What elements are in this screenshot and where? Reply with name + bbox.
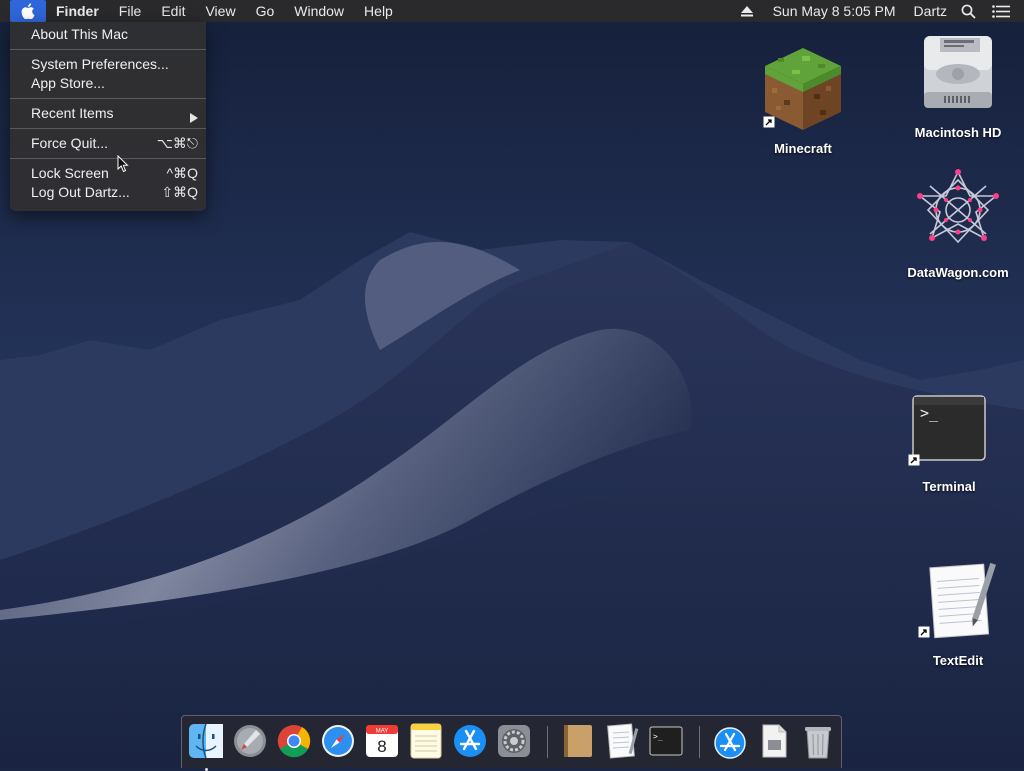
desktop-icon-textedit[interactable]: TextEdit (910, 558, 1006, 668)
calendar-icon: MAY 8 (366, 725, 398, 757)
desktop-icon-label: DataWagon.com (907, 265, 1009, 280)
desktop-icon-datawagon[interactable]: DataWagon.com (903, 166, 1013, 280)
dock-trash[interactable] (800, 722, 836, 760)
dock-contacts[interactable] (560, 722, 596, 760)
system-preferences-icon (498, 725, 530, 757)
menu-item-shortcut: ⇧⌘Q (161, 184, 198, 200)
svg-text:>_: >_ (653, 732, 663, 741)
menu-item-label: Force Quit... (31, 135, 109, 151)
menu-item-label: About This Mac (31, 26, 129, 42)
menu-help[interactable]: Help (354, 0, 403, 22)
datawagon-icon (917, 169, 999, 244)
trash-icon (805, 727, 831, 759)
desktop-icon-label: Macintosh HD (914, 125, 1002, 140)
menu-separator (10, 128, 206, 129)
menu-item-recent-items[interactable]: Recent Items (10, 104, 206, 123)
menu-go[interactable]: Go (246, 0, 285, 22)
desktop-icon-label: Minecraft (774, 141, 832, 156)
user-menu[interactable]: Dartz (906, 0, 955, 22)
menu-item-label: Recent Items (31, 105, 114, 121)
menu-item-system-preferences[interactable]: System Preferences... (10, 55, 206, 74)
document-icon (762, 724, 787, 758)
dock-textedit[interactable] (604, 722, 640, 760)
terminal-icon: >_ (912, 395, 986, 461)
finder-icon (189, 723, 223, 759)
apple-icon (21, 3, 35, 19)
dock-app-store[interactable] (452, 722, 488, 760)
clock[interactable]: Sun May 8 5:05 PM (761, 0, 906, 22)
dock: MAY 8 >_ (181, 715, 842, 771)
app-store-icon (454, 725, 486, 757)
notes-icon (410, 723, 442, 759)
safari-icon (322, 725, 354, 757)
dock-document[interactable] (756, 722, 792, 760)
menu-item-shortcut: ⌥⌘⎋ (156, 135, 198, 151)
mouse-cursor-icon (117, 155, 129, 173)
submenu-arrow-icon (190, 104, 198, 123)
menu-item-label: Lock Screen (31, 165, 109, 181)
dock-notes[interactable] (408, 722, 444, 760)
textedit-icon (607, 723, 639, 759)
dock-safari[interactable] (320, 722, 356, 760)
alias-arrow-icon (918, 626, 930, 638)
menu-item-app-store[interactable]: App Store... (10, 74, 206, 93)
menu-item-label: Log Out Dartz... (31, 184, 130, 200)
spotlight-search-icon[interactable] (955, 4, 984, 19)
dock-separator (547, 726, 548, 758)
menu-item-force-quit[interactable]: Force Quit... ⌥⌘⎋ (10, 134, 206, 153)
dock-chrome[interactable] (276, 722, 312, 760)
dock-separator (699, 726, 700, 758)
menu-view[interactable]: View (195, 0, 245, 22)
menu-item-label: App Store... (31, 75, 105, 91)
apple-menu-button[interactable] (10, 0, 46, 22)
menu-item-shortcut: ^⌘Q (166, 165, 198, 181)
calendar-month: MAY (376, 729, 389, 735)
contacts-icon (564, 725, 592, 757)
chrome-icon (277, 725, 311, 758)
menu-item-lock-screen[interactable]: Lock Screen ^⌘Q (10, 164, 206, 183)
menu-item-about-this-mac[interactable]: About This Mac (10, 25, 206, 44)
menu-separator (10, 49, 206, 50)
menu-separator (10, 158, 206, 159)
hard-drive-icon (924, 36, 992, 108)
desktop-icon-label: Terminal (922, 479, 976, 494)
desktop-icon-minecraft[interactable]: Minecraft (753, 44, 853, 156)
dock-launchpad[interactable] (232, 722, 268, 760)
menu-finder[interactable]: Finder (46, 0, 109, 22)
menu-bar: Finder File Edit View Go Window Help Sun… (0, 0, 1024, 22)
dock-terminal[interactable]: >_ (648, 722, 684, 760)
dock-downloads-stack[interactable] (712, 722, 748, 760)
desktop-icon-macintosh-hd[interactable]: Macintosh HD (908, 30, 1008, 140)
menu-edit[interactable]: Edit (151, 0, 195, 22)
dock-system-preferences[interactable] (496, 722, 532, 760)
dock-finder[interactable] (188, 722, 224, 771)
alias-arrow-icon (763, 116, 775, 128)
menu-separator (10, 98, 206, 99)
calendar-day: 8 (377, 737, 386, 756)
terminal-icon: >_ (649, 726, 683, 756)
desktop-icon-terminal[interactable]: >_ Terminal (900, 394, 998, 494)
svg-text:>_: >_ (920, 404, 939, 422)
apple-menu-dropdown: About This Mac System Preferences... App… (10, 22, 206, 211)
menu-file[interactable]: File (109, 0, 152, 22)
app-store-downloads-icon (714, 727, 746, 759)
alias-arrow-icon (908, 454, 920, 466)
menu-window[interactable]: Window (284, 0, 354, 22)
eject-icon[interactable] (733, 5, 761, 17)
notification-center-icon[interactable] (984, 4, 1024, 18)
desktop-icon-label: TextEdit (932, 653, 984, 668)
menu-item-log-out[interactable]: Log Out Dartz... ⇧⌘Q (10, 183, 206, 202)
menu-item-label: System Preferences... (31, 56, 169, 72)
textedit-icon (929, 562, 996, 639)
launchpad-icon (234, 725, 266, 757)
menubar-status-area: Sun May 8 5:05 PM Dartz (733, 0, 1024, 22)
dock-calendar[interactable]: MAY 8 (364, 722, 400, 760)
